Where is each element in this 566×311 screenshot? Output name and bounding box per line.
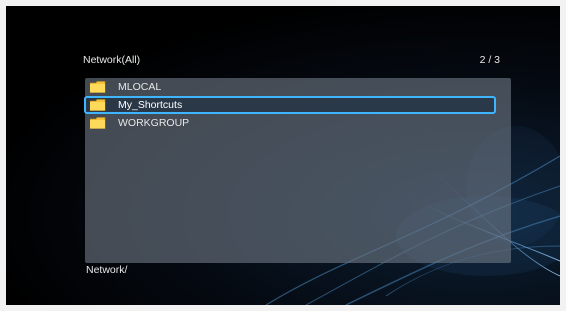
list-item-label: WORKGROUP <box>118 117 190 129</box>
list-item-my-shortcuts[interactable]: My_Shortcuts <box>84 96 496 114</box>
folder-icon <box>90 99 106 111</box>
page-title: Network(All) <box>83 54 141 66</box>
folder-icon <box>90 81 106 93</box>
current-path: Network/ <box>86 264 128 276</box>
list-item-mlocal[interactable]: MLOCAL <box>84 78 496 96</box>
folder-icon <box>90 117 106 129</box>
list-item-label: My_Shortcuts <box>118 99 183 111</box>
network-list: MLOCAL My_Shortcuts WORKGROUP <box>84 78 496 132</box>
list-item-workgroup[interactable]: WORKGROUP <box>84 114 496 132</box>
media-player-screen <box>6 6 560 305</box>
list-item-label: MLOCAL <box>118 81 162 93</box>
page-indicator: 2 / 3 <box>479 54 500 66</box>
